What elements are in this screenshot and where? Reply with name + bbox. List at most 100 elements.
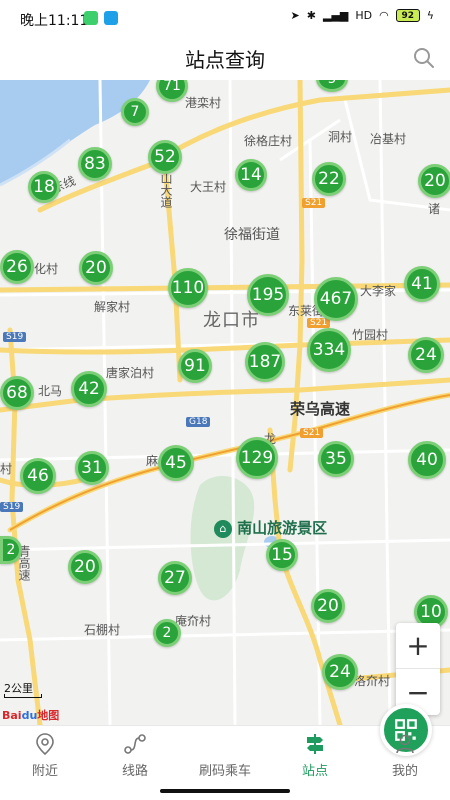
tab-label: 附近	[31, 764, 58, 779]
map-label: 港栾村	[185, 96, 222, 110]
station-cluster[interactable]: 31	[75, 451, 109, 485]
tab-stations[interactable]: 站点	[270, 726, 360, 786]
highway-sign: S21	[302, 198, 326, 208]
tab-label: 我的	[391, 764, 418, 779]
battery-icon: 92	[395, 9, 420, 22]
map-label: 石棚村	[84, 623, 121, 637]
station-cluster[interactable]: 45	[158, 445, 194, 481]
zoom-in-button[interactable]: +	[396, 623, 440, 669]
map-label: 冶基村	[370, 132, 407, 146]
station-cluster[interactable]: 40	[408, 441, 446, 479]
station-cluster[interactable]: 46	[20, 458, 56, 494]
station-cluster[interactable]: 20	[418, 164, 450, 198]
station-cluster[interactable]: 2	[153, 619, 181, 647]
map-label: 唐家泊村	[106, 366, 155, 380]
map-view[interactable]: 港栾村 徐格庄村 洞村 冶基村 大王村 徐福街道 诸 化村 解家村 龙口市 东莱…	[0, 80, 450, 725]
highway-sign: G18	[186, 417, 211, 427]
map-label: 洛夼村	[354, 674, 391, 688]
station-cluster[interactable]: 18	[28, 171, 60, 203]
map-label: 村	[0, 462, 13, 476]
station-cluster[interactable]: 20	[79, 251, 113, 285]
station-cluster[interactable]: 26	[0, 250, 34, 284]
highway-sign: S19	[3, 332, 27, 342]
tab-nearby[interactable]: 附近	[0, 726, 90, 786]
road-label: 荣乌高速	[290, 400, 351, 418]
road-label: 山大道	[159, 172, 173, 208]
charging-icon: ϟ	[426, 9, 434, 22]
map-label: 大王村	[190, 180, 227, 194]
station-cluster[interactable]: 22	[312, 162, 346, 196]
station-cluster[interactable]: 52	[148, 140, 182, 174]
status-time: 晚上11:11	[20, 13, 89, 29]
station-cluster[interactable]: 27	[158, 561, 192, 595]
map-label: 徐福街道	[224, 227, 280, 243]
logo-text-c: 地图	[37, 709, 60, 722]
home-indicator	[160, 789, 290, 793]
map-label: 解家村	[94, 300, 131, 314]
station-cluster[interactable]: 7	[121, 98, 149, 126]
tab-profile[interactable]: 我的	[360, 726, 450, 786]
map-logo: Baidu地图	[2, 707, 59, 723]
map-label: 北马	[38, 384, 63, 398]
tab-label: 线路	[121, 764, 148, 779]
status-bar: 晚上11:11 ➤ ✱ ▂▄▆ HD ◠ 92 ϟ	[0, 0, 450, 36]
map-label: 诸	[428, 202, 441, 216]
tab-label: 刷码乘车	[198, 764, 251, 779]
station-cluster[interactable]: 467	[314, 277, 358, 321]
logo-text-a: Bai	[2, 709, 22, 722]
map-label: 徐格庄村	[244, 134, 293, 148]
scenic-spot[interactable]: ⌂ 南山旅游景区	[214, 517, 327, 538]
station-cluster[interactable]: 187	[245, 342, 285, 382]
search-icon[interactable]	[412, 46, 436, 70]
logo-text-b: du	[21, 709, 38, 722]
station-cluster[interactable]: 129	[236, 437, 278, 479]
scenic-label: 南山旅游景区	[237, 519, 328, 537]
highway-sign: S19	[0, 502, 24, 512]
station-cluster[interactable]: 83	[78, 147, 112, 181]
location-pin-icon	[36, 733, 54, 756]
map-label: 大李家	[360, 284, 397, 298]
station-cluster[interactable]: 41	[404, 266, 440, 302]
station-cluster[interactable]: 68	[0, 376, 34, 410]
tab-scan-ride[interactable]: 刷码乘车	[180, 704, 432, 786]
map-label: 庵夼村	[175, 614, 212, 628]
app-notification-icon	[104, 11, 118, 25]
station-cluster[interactable]: 24	[322, 654, 358, 690]
station-cluster[interactable]: 195	[247, 274, 289, 316]
station-cluster[interactable]: 15	[266, 539, 298, 571]
network-type: HD	[355, 9, 373, 22]
title-bar: 站点查询	[0, 36, 450, 80]
page-title: 站点查询	[185, 48, 265, 72]
station-cluster[interactable]: 334	[307, 328, 351, 372]
status-icons: ➤ ✱ ▂▄▆ HD ◠ 92 ϟ	[291, 9, 434, 22]
highway-sign: S21	[307, 318, 331, 328]
map-label-city: 龙口市	[203, 310, 260, 331]
wifi-icon: ◠	[379, 9, 389, 22]
location-icon: ➤	[290, 9, 300, 22]
zoom-control: + −	[396, 623, 440, 715]
map-label: 麻	[146, 454, 159, 468]
route-icon	[124, 734, 146, 754]
station-cluster[interactable]: 91	[178, 349, 212, 383]
station-cluster[interactable]: 14	[235, 159, 267, 191]
bottom-nav: 附近 线路 刷码乘车 站点 我的	[0, 704, 450, 800]
user-icon	[396, 734, 414, 754]
screen: 晚上11:11 ➤ ✱ ▂▄▆ HD ◠ 92 ϟ 站点查询 港栾村 徐格庄村 …	[0, 0, 450, 800]
highway-sign: S21	[300, 428, 324, 438]
station-cluster[interactable]: 110	[168, 268, 208, 308]
bluetooth-icon: ✱	[306, 9, 316, 22]
tab-label: 站点	[301, 764, 328, 779]
station-cluster[interactable]: 20	[68, 550, 102, 584]
station-cluster[interactable]: 35	[318, 441, 354, 477]
station-cluster[interactable]: 42	[71, 371, 107, 407]
map-label: 洞村	[328, 130, 353, 144]
station-cluster[interactable]: 24	[408, 337, 444, 373]
app-notification-icon	[84, 11, 98, 25]
map-label: 化村	[34, 262, 59, 276]
station-cluster[interactable]: 20	[311, 589, 345, 623]
cell-signal-icon: ▂▄▆	[322, 9, 349, 22]
signpost-icon	[307, 734, 323, 754]
tab-routes[interactable]: 线路	[90, 726, 180, 786]
map-scale-bar	[4, 694, 42, 698]
museum-icon: ⌂	[214, 519, 232, 538]
